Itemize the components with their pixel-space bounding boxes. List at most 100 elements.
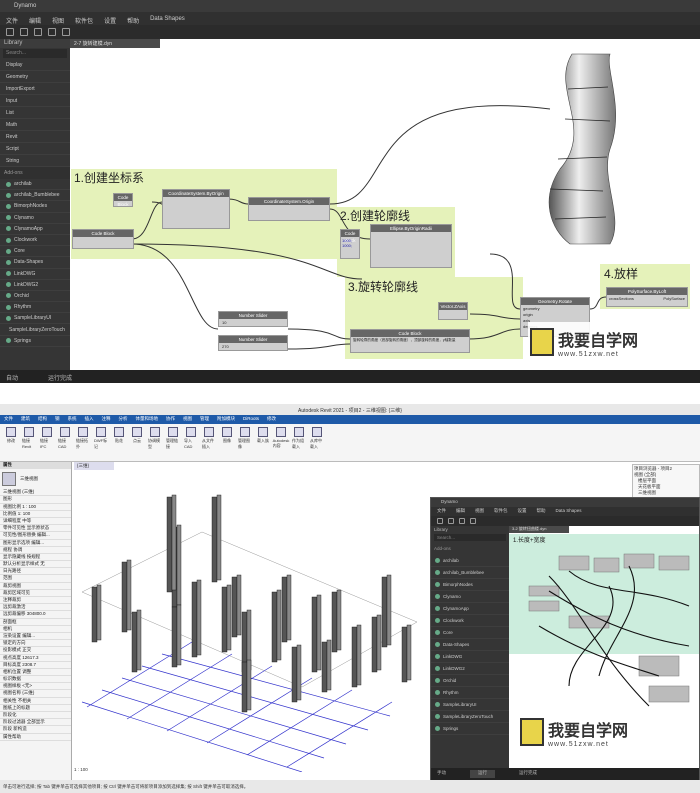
property-row[interactable]: 详细程度 中等 bbox=[0, 518, 71, 526]
menu-item[interactable]: 设置 bbox=[518, 508, 527, 515]
column[interactable] bbox=[321, 639, 332, 693]
addon-item[interactable]: archilab_Bumblebee bbox=[0, 190, 70, 202]
small-run-mode[interactable]: 手动 bbox=[437, 770, 446, 778]
ribbon-button[interactable]: 从库中载入 bbox=[310, 427, 324, 458]
property-row[interactable]: 默认分析显示样式 无 bbox=[0, 561, 71, 569]
addon-item[interactable]: LinkDWG2 bbox=[431, 663, 509, 675]
property-row[interactable]: 渲染设置 编辑... bbox=[0, 633, 71, 641]
file-tab[interactable]: 2-7 旋转建模.dyn bbox=[70, 39, 160, 48]
property-row[interactable]: 相关性 不相关 bbox=[0, 698, 71, 705]
ribbon-tab[interactable]: 建筑 bbox=[21, 416, 30, 423]
column[interactable] bbox=[371, 614, 382, 673]
addon-item[interactable]: Clynamo bbox=[0, 213, 70, 224]
menu-packages[interactable]: 软件包 bbox=[75, 16, 93, 25]
addon-item[interactable]: Springs bbox=[0, 336, 70, 347]
ribbon-button[interactable]: 管理链接 bbox=[166, 427, 180, 458]
column[interactable] bbox=[166, 494, 177, 593]
small-run-button[interactable]: 运行 bbox=[470, 770, 495, 778]
property-row[interactable]: 裁剪区域可见 bbox=[0, 590, 71, 597]
library-item[interactable]: String bbox=[0, 155, 70, 167]
ribbon-button[interactable]: 链接CAD bbox=[58, 427, 72, 458]
addon-item[interactable]: archilab bbox=[431, 555, 509, 567]
property-row[interactable]: 裁剪视图 bbox=[0, 583, 71, 590]
ribbon-tab[interactable]: 文件 bbox=[4, 416, 13, 423]
library-item[interactable]: Geometry bbox=[0, 71, 70, 83]
addon-item[interactable]: Orchid bbox=[0, 291, 70, 303]
column[interactable] bbox=[281, 574, 292, 643]
run-mode-select[interactable]: 自动 bbox=[6, 373, 18, 382]
property-row[interactable]: 剖面框 bbox=[0, 619, 71, 626]
property-row[interactable]: 锁定的方向 bbox=[0, 640, 71, 648]
ribbon-tab[interactable]: DiRoots bbox=[243, 416, 259, 423]
code-block-ellipse-node[interactable]: Code Block 1000; 1000; bbox=[340, 229, 360, 259]
property-row[interactable]: 零件可见性 显示原状态 bbox=[0, 525, 71, 533]
ribbon-button[interactable]: 从文件插入 bbox=[202, 427, 216, 458]
menu-view[interactable]: 视图 bbox=[52, 16, 64, 25]
ribbon-button[interactable]: DWF标记 bbox=[94, 427, 108, 458]
addon-item[interactable]: archilab bbox=[0, 179, 70, 191]
library-item[interactable]: Script bbox=[0, 143, 70, 155]
ribbon-button[interactable]: 贴花 bbox=[112, 427, 126, 458]
ribbon-tab[interactable]: 协作 bbox=[166, 416, 175, 423]
addon-item[interactable]: LinkDWG bbox=[0, 269, 70, 280]
menu-item[interactable]: 文件 bbox=[437, 508, 446, 515]
addon-item[interactable]: Rhythm bbox=[431, 687, 509, 699]
library-item[interactable]: ImportExport bbox=[0, 83, 70, 95]
column[interactable] bbox=[231, 574, 242, 638]
column[interactable] bbox=[121, 559, 132, 633]
code-block-node-left[interactable]: Code Block bbox=[72, 229, 134, 249]
ribbon-button[interactable]: 导入CAD bbox=[184, 427, 198, 458]
column[interactable] bbox=[291, 644, 302, 703]
ribbon-tab[interactable]: 分析 bbox=[119, 416, 128, 423]
column[interactable] bbox=[401, 624, 412, 683]
property-row[interactable]: 阶段 新构造 bbox=[0, 726, 71, 734]
ribbon-tab[interactable]: 结构 bbox=[38, 416, 47, 423]
property-row[interactable]: 远剪裁偏移 304800.0 bbox=[0, 611, 71, 619]
menu-item[interactable]: Data Shapes bbox=[556, 508, 582, 515]
property-row[interactable]: 标识数据 bbox=[0, 676, 71, 684]
addon-item[interactable]: LinkDWG2 bbox=[0, 280, 70, 291]
menu-datashapes[interactable]: Data Shapes bbox=[150, 16, 185, 25]
ribbon-tab[interactable]: 视图 bbox=[183, 416, 192, 423]
view-tab[interactable]: {三维} bbox=[74, 462, 114, 470]
addon-item[interactable]: SampleLibraryZeroTouch bbox=[431, 711, 509, 723]
ribbon-button[interactable]: 作为组载入 bbox=[292, 427, 306, 458]
column[interactable] bbox=[221, 584, 232, 653]
addon-item[interactable]: Core bbox=[431, 627, 509, 639]
column[interactable] bbox=[311, 594, 322, 673]
addon-item[interactable]: ClynamoApp bbox=[0, 224, 70, 235]
addon-item[interactable]: Data-Shapes bbox=[431, 639, 509, 651]
ribbon-button[interactable]: 图像 bbox=[220, 427, 234, 458]
addon-item[interactable]: Clockwork bbox=[0, 235, 70, 247]
menu-edit[interactable]: 编辑 bbox=[29, 16, 41, 25]
ribbon-button[interactable]: 点云 bbox=[130, 427, 144, 458]
vector-node[interactable]: Vector.ZAxis bbox=[438, 302, 468, 320]
column[interactable] bbox=[171, 604, 182, 668]
number-slider-2[interactable]: Number Slider 270 bbox=[218, 335, 288, 351]
addon-item[interactable]: BimorphNodes bbox=[431, 579, 509, 591]
ribbon-button[interactable]: 链接拓扑 bbox=[76, 427, 90, 458]
graph-canvas[interactable]: 1.创建坐标系 2.创建轮廓线 3.旋转轮廓线 4.放样 Code Block … bbox=[70, 39, 700, 370]
ribbon-button[interactable]: Autodesk内容 bbox=[273, 427, 289, 458]
ellipse-node[interactable]: Ellipse.ByOriginRadii bbox=[370, 224, 452, 268]
column[interactable] bbox=[131, 609, 142, 673]
library-search-input[interactable]: Search... bbox=[3, 49, 67, 58]
code-block-angles[interactable]: Code Block 旋转轮廓的角度（底部旋转的角度），顶部旋转的角度，y轴数量 bbox=[350, 329, 470, 353]
undo-icon[interactable] bbox=[470, 518, 476, 524]
property-row[interactable]: 视图比例 1 : 100 bbox=[0, 504, 71, 511]
property-row[interactable]: 视图样板 <无> bbox=[0, 683, 71, 691]
open-file-icon[interactable] bbox=[448, 518, 454, 524]
undo-icon[interactable] bbox=[48, 28, 56, 36]
property-row[interactable]: 日光路径 bbox=[0, 568, 71, 576]
addon-item[interactable]: archilab_Bumblebee bbox=[431, 567, 509, 579]
ribbon-button[interactable]: 协调模型 bbox=[148, 427, 162, 458]
ribbon-tab[interactable]: 插入 bbox=[85, 416, 94, 423]
property-row[interactable]: 视图名称 {三维} bbox=[0, 690, 71, 698]
column[interactable] bbox=[211, 494, 222, 583]
ribbon-button[interactable]: 修改 bbox=[4, 427, 18, 458]
property-row[interactable]: 显示隐藏线 按规程 bbox=[0, 554, 71, 562]
ribbon-tab[interactable]: 管理 bbox=[200, 416, 209, 423]
addon-item[interactable]: LinkDWG bbox=[431, 651, 509, 663]
save-icon[interactable] bbox=[459, 518, 465, 524]
menu-settings[interactable]: 设置 bbox=[104, 16, 116, 25]
